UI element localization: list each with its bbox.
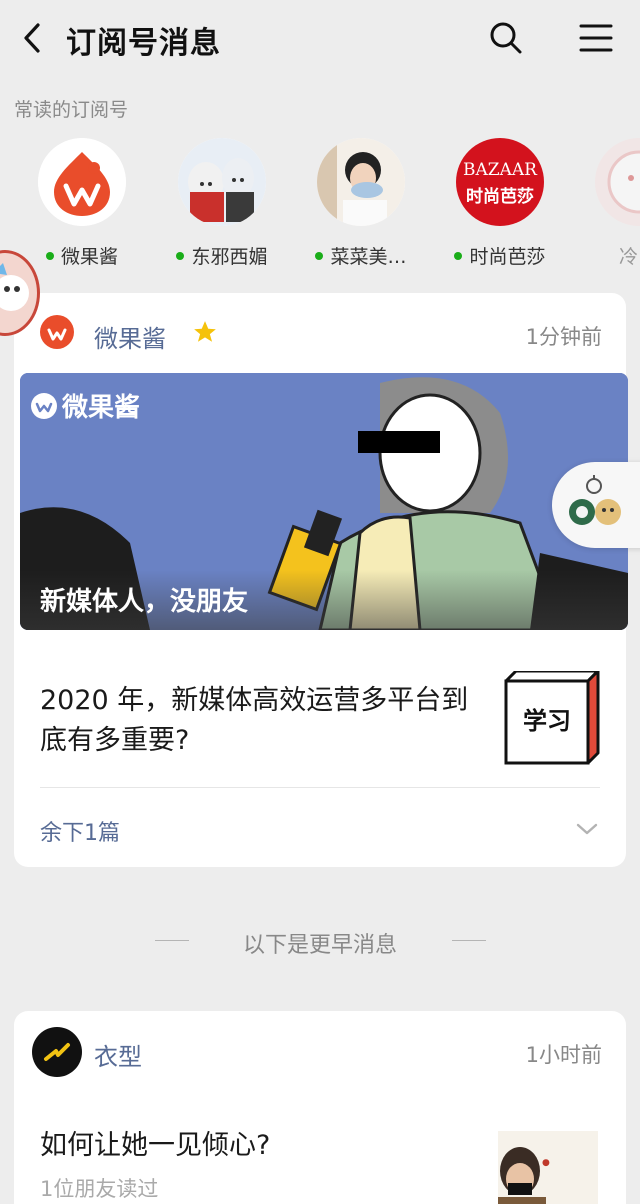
chevron-down-icon[interactable] <box>576 821 598 835</box>
floating-sticker[interactable] <box>0 250 40 336</box>
bazaar-logo-text: BAZAAR <box>463 160 537 180</box>
frequent-item-name: 微果酱 <box>60 246 118 268</box>
thumbnail-text: 学习 <box>523 707 571 735</box>
separator-line-right <box>452 940 486 941</box>
source-name[interactable]: 衣型 <box>94 1037 142 1072</box>
read-by-friends: 1位朋友读过 <box>40 1177 159 1201</box>
article-title[interactable]: 2020 年，新媒体高效运营多平台到底有多重要? <box>40 681 480 761</box>
source-name[interactable]: 微果酱 <box>94 319 166 354</box>
frequent-item-caicaimei[interactable]: 菜菜美… <box>306 138 416 269</box>
back-icon[interactable] <box>18 20 48 56</box>
page-title: 订阅号消息 <box>66 26 221 61</box>
avatar: BAZAAR 时尚芭莎 <box>456 138 544 226</box>
online-dot <box>315 251 324 260</box>
frequent-item-partial[interactable]: 冷 <box>584 138 640 269</box>
frequent-item-name: 时尚芭莎 <box>469 246 546 268</box>
frequent-item-name: 东邪西媚 <box>191 246 268 268</box>
frequent-item-bazaar[interactable]: BAZAAR 时尚芭莎 时尚芭莎 <box>445 138 555 269</box>
cover-caption: 新媒体人，没朋友 <box>40 587 249 617</box>
frequent-item-dongxiexmei[interactable]: 东邪西媚 <box>167 138 277 269</box>
cover-image[interactable]: 微果酱 新媒体人，没朋友 <box>20 373 628 630</box>
frequent-item-name: 菜菜美… <box>330 246 407 268</box>
frequent-item-name: 冷 <box>619 246 639 268</box>
online-dot <box>45 251 54 260</box>
frequent-section-label: 常读的订阅号 <box>14 99 129 121</box>
article-thumbnail[interactable]: 学习 <box>502 671 602 767</box>
source-logo <box>40 315 74 349</box>
cover-brand: 微果酱 <box>30 387 140 424</box>
menu-icon[interactable] <box>578 22 614 54</box>
article-thumbnail[interactable]: ● <box>498 1131 598 1204</box>
message-time: 1小时前 <box>525 1043 602 1067</box>
svg-text:●: ● <box>542 1158 550 1168</box>
avatar <box>178 138 266 226</box>
top-bar: 订阅号消息 <box>0 0 640 76</box>
cover-brand-text: 微果酱 <box>62 393 141 423</box>
avatar <box>38 138 126 226</box>
source-logo <box>32 1027 82 1077</box>
online-dot <box>176 251 185 260</box>
floating-window-bubble[interactable] <box>552 462 640 548</box>
article-title[interactable]: 如何让她一见倾心? <box>40 1123 270 1162</box>
message-time: 1分钟前 <box>525 325 602 349</box>
online-dot <box>454 251 463 260</box>
frequent-item-weiguojiang[interactable]: 微果酱 <box>27 138 137 269</box>
avatar <box>317 138 405 226</box>
message-card[interactable]: 衣型 1小时前 如何让她一见倾心? 1位朋友读过 ● <box>14 1011 626 1204</box>
bazaar-logo-subtext: 时尚芭莎 <box>466 187 534 207</box>
message-card[interactable]: 微果酱 1分钟前 微果酱 新媒体人，没朋友 2020 年，新媒体高效运营多平台到… <box>14 293 628 867</box>
divider <box>40 787 600 788</box>
star-icon <box>192 319 218 345</box>
remaining-articles-link[interactable]: 余下1篇 <box>40 815 120 847</box>
avatar <box>595 138 640 226</box>
search-icon[interactable] <box>488 20 524 56</box>
earlier-messages-label: 以下是更早消息 <box>242 933 397 958</box>
